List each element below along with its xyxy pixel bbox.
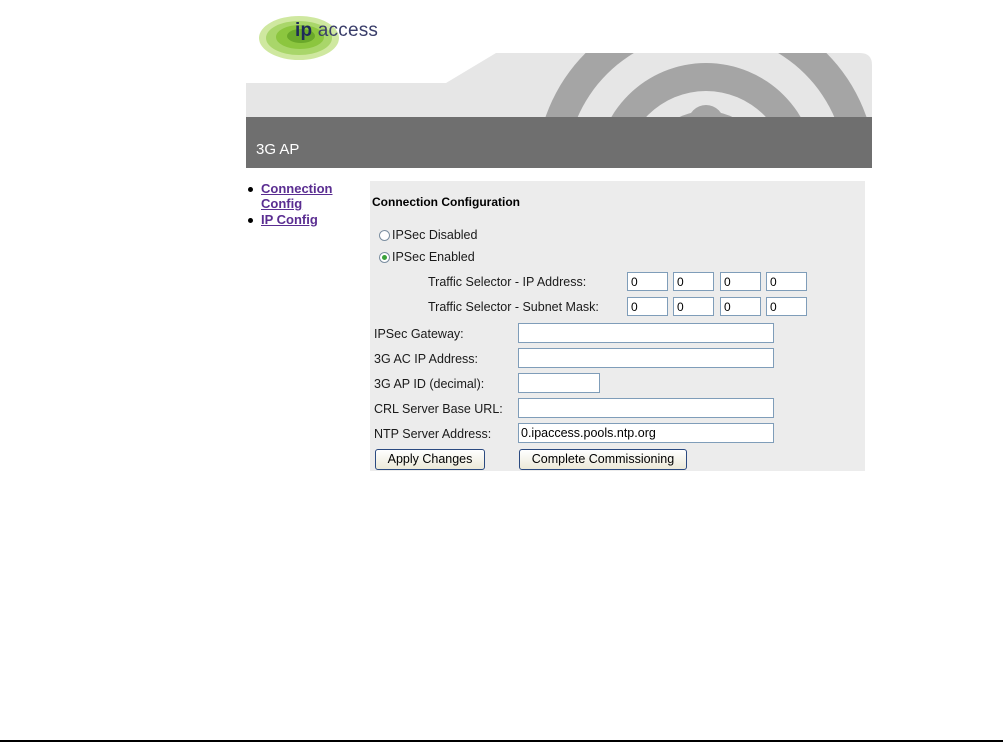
- traffic-ip-octet-3[interactable]: [720, 272, 761, 291]
- ac-ip-input[interactable]: [518, 348, 774, 368]
- ipsec-disabled-option[interactable]: IPSec Disabled: [379, 228, 477, 242]
- ipsec-enabled-option[interactable]: IPSec Enabled: [379, 250, 475, 264]
- title-bar: 3G AP: [246, 117, 872, 168]
- connection-config-link[interactable]: Connection Config: [261, 181, 361, 211]
- ntp-address-label: NTP Server Address:: [374, 427, 492, 441]
- ap-id-label: 3G AP ID (decimal):: [374, 377, 485, 391]
- ac-ip-label: 3G AC IP Address:: [374, 352, 478, 366]
- traffic-mask-octet-2[interactable]: [673, 297, 714, 316]
- header-banner: 3G AP: [246, 53, 872, 168]
- traffic-ip-octet-1[interactable]: [627, 272, 668, 291]
- traffic-ip-octet-2[interactable]: [673, 272, 714, 291]
- page-title: 3G AP: [256, 141, 300, 158]
- ntp-address-input[interactable]: [518, 423, 774, 443]
- traffic-mask-label: Traffic Selector - Subnet Mask:: [428, 300, 599, 314]
- traffic-ip-label: Traffic Selector - IP Address:: [428, 275, 587, 289]
- logo-text: ip access: [295, 20, 379, 41]
- nav-item-connection-config: Connection Config: [246, 181, 361, 211]
- traffic-ip-octet-4[interactable]: [766, 272, 807, 291]
- traffic-mask-octet-4[interactable]: [766, 297, 807, 316]
- connection-config-panel: Connection Configuration IPSec Disabled …: [370, 181, 865, 471]
- crl-url-input[interactable]: [518, 398, 774, 418]
- ap-id-input[interactable]: [518, 373, 600, 393]
- ip-config-link[interactable]: IP Config: [261, 212, 318, 227]
- traffic-mask-octet-1[interactable]: [627, 297, 668, 316]
- ipsec-disabled-radio[interactable]: [379, 229, 390, 241]
- apply-changes-button[interactable]: Apply Changes: [375, 449, 485, 470]
- ipsec-gateway-input[interactable]: [518, 323, 774, 343]
- panel-title: Connection Configuration: [372, 195, 520, 209]
- ipsec-disabled-label: IPSec Disabled: [392, 228, 478, 242]
- ipsec-enabled-radio[interactable]: [379, 251, 390, 263]
- ipsec-enabled-label: IPSec Enabled: [392, 250, 475, 264]
- sidebar-nav: Connection Config IP Config: [246, 181, 361, 228]
- traffic-mask-octet-3[interactable]: [720, 297, 761, 316]
- ipsec-gateway-label: IPSec Gateway:: [374, 327, 464, 341]
- nav-item-ip-config: IP Config: [246, 212, 361, 227]
- crl-url-label: CRL Server Base URL:: [374, 402, 503, 416]
- complete-commissioning-button[interactable]: Complete Commissioning: [519, 449, 687, 470]
